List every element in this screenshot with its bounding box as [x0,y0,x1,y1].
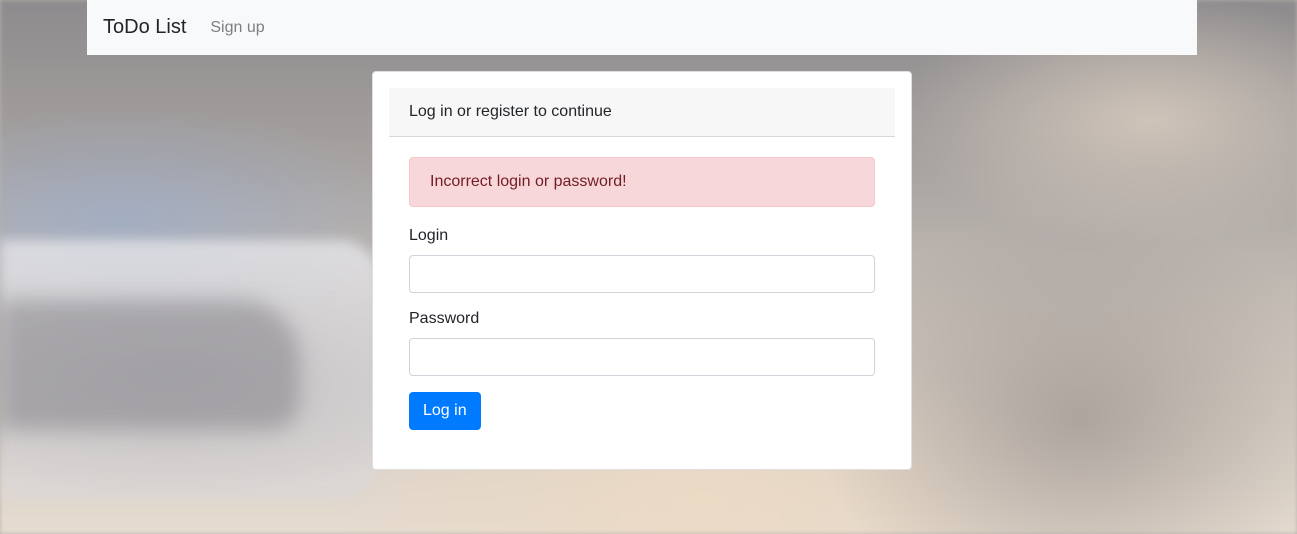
nav-link-sign-up[interactable]: Sign up [210,19,264,37]
login-label: Login [409,227,449,244]
error-alert: Incorrect login or password! [409,157,875,207]
navbar-brand[interactable]: ToDo List [103,16,186,39]
background-keyboard-shape [0,300,300,430]
error-alert-text: Incorrect login or password! [430,173,627,190]
top-navbar: ToDo List Sign up [87,0,1197,55]
login-form: Login Password Log in [409,226,875,430]
card-header: Log in or register to continue [389,88,895,137]
card-body: Incorrect login or password! Login Passw… [389,137,895,430]
password-input[interactable] [409,338,875,376]
login-input[interactable] [409,255,875,293]
login-button[interactable]: Log in [409,392,481,430]
password-label: Password [409,310,480,327]
login-card: Log in or register to continue Incorrect… [372,71,912,470]
